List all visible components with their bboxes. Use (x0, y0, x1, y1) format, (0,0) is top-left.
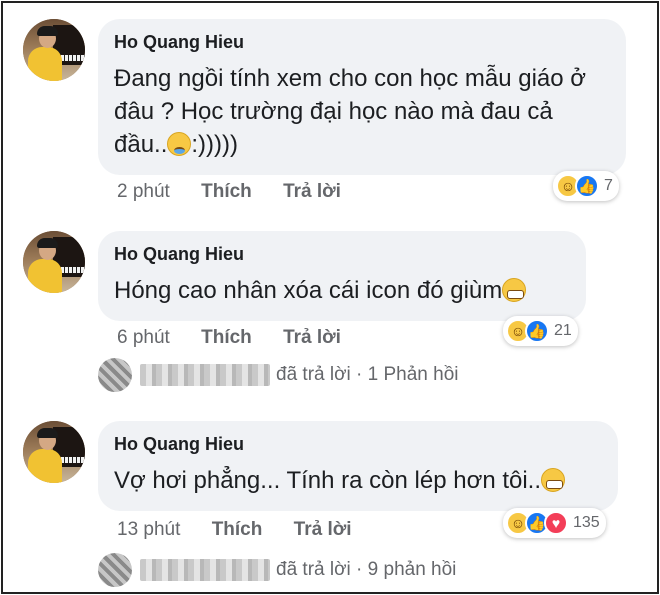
comment-time[interactable]: 13 phút (117, 519, 180, 540)
like-reaction-icon: 👍 (525, 319, 549, 343)
grinning-sweat-emoji-icon (502, 278, 527, 302)
reply-link[interactable]: Trả lời (283, 327, 341, 348)
reaction-count: 135 (573, 514, 600, 531)
comment-author[interactable]: Ho Quang Hieu (114, 244, 570, 265)
comment-meta: 2 phút Thích Trả lời (117, 181, 367, 203)
comment-author[interactable]: Ho Quang Hieu (114, 434, 602, 455)
replies-link[interactable]: đã trả lời · 1 Phản hồi (98, 358, 459, 392)
replies-link[interactable]: đã trả lời · 9 phản hồi (98, 553, 456, 587)
comment-bubble: Ho Quang Hieu Vợ hơi phẳng... Tính ra cò… (98, 421, 618, 511)
replier-avatar (98, 358, 132, 392)
comment-author[interactable]: Ho Quang Hieu (114, 32, 610, 53)
comment-thread: Ho Quang Hieu Đang ngồi tính xem cho con… (1, 1, 659, 594)
comment-meta: 6 phút Thích Trả lời (117, 327, 367, 349)
love-reaction-icon: ♥ (544, 511, 568, 535)
reply-link[interactable]: Trả lời (294, 519, 352, 540)
comment-text: Hóng cao nhân xóa cái icon đó giùm (114, 274, 570, 307)
comment-time[interactable]: 6 phút (117, 327, 170, 348)
like-link[interactable]: Thích (212, 519, 263, 540)
like-link[interactable]: Thích (201, 181, 252, 202)
like-link[interactable]: Thích (201, 327, 252, 348)
comment-meta: 13 phút Thích Trả lời (117, 519, 378, 541)
replies-text[interactable]: đã trả lời · 9 phản hồi (276, 559, 456, 581)
reaction-count: 7 (604, 177, 613, 194)
reaction-summary[interactable]: ☺ 👍 21 (503, 316, 578, 346)
blurred-name (140, 559, 270, 581)
comment-time[interactable]: 2 phút (117, 181, 170, 202)
replier-avatar (98, 553, 132, 587)
avatar[interactable] (23, 19, 85, 81)
like-reaction-icon: 👍 (575, 174, 599, 198)
avatar[interactable] (23, 231, 85, 293)
comment-text: Vợ hơi phẳng... Tính ra còn lép hơn tôi.… (114, 464, 602, 497)
reaction-count: 21 (554, 322, 572, 339)
comment-bubble: Ho Quang Hieu Hóng cao nhân xóa cái icon… (98, 231, 586, 321)
comment-text: Đang ngồi tính xem cho con học mẫu giáo … (114, 65, 587, 158)
blurred-name (140, 364, 270, 386)
reaction-summary[interactable]: ☺ 👍 7 (553, 171, 619, 201)
replies-text[interactable]: đã trả lời · 1 Phản hồi (276, 364, 459, 386)
reaction-summary[interactable]: ☺ 👍 ♥ 135 (503, 508, 606, 538)
avatar[interactable] (23, 421, 85, 483)
grimacing-emoji-icon (541, 468, 566, 492)
sad-sweat-emoji-icon (167, 132, 192, 156)
reply-link[interactable]: Trả lời (283, 181, 341, 202)
comment-bubble: Ho Quang Hieu Đang ngồi tính xem cho con… (98, 19, 626, 175)
